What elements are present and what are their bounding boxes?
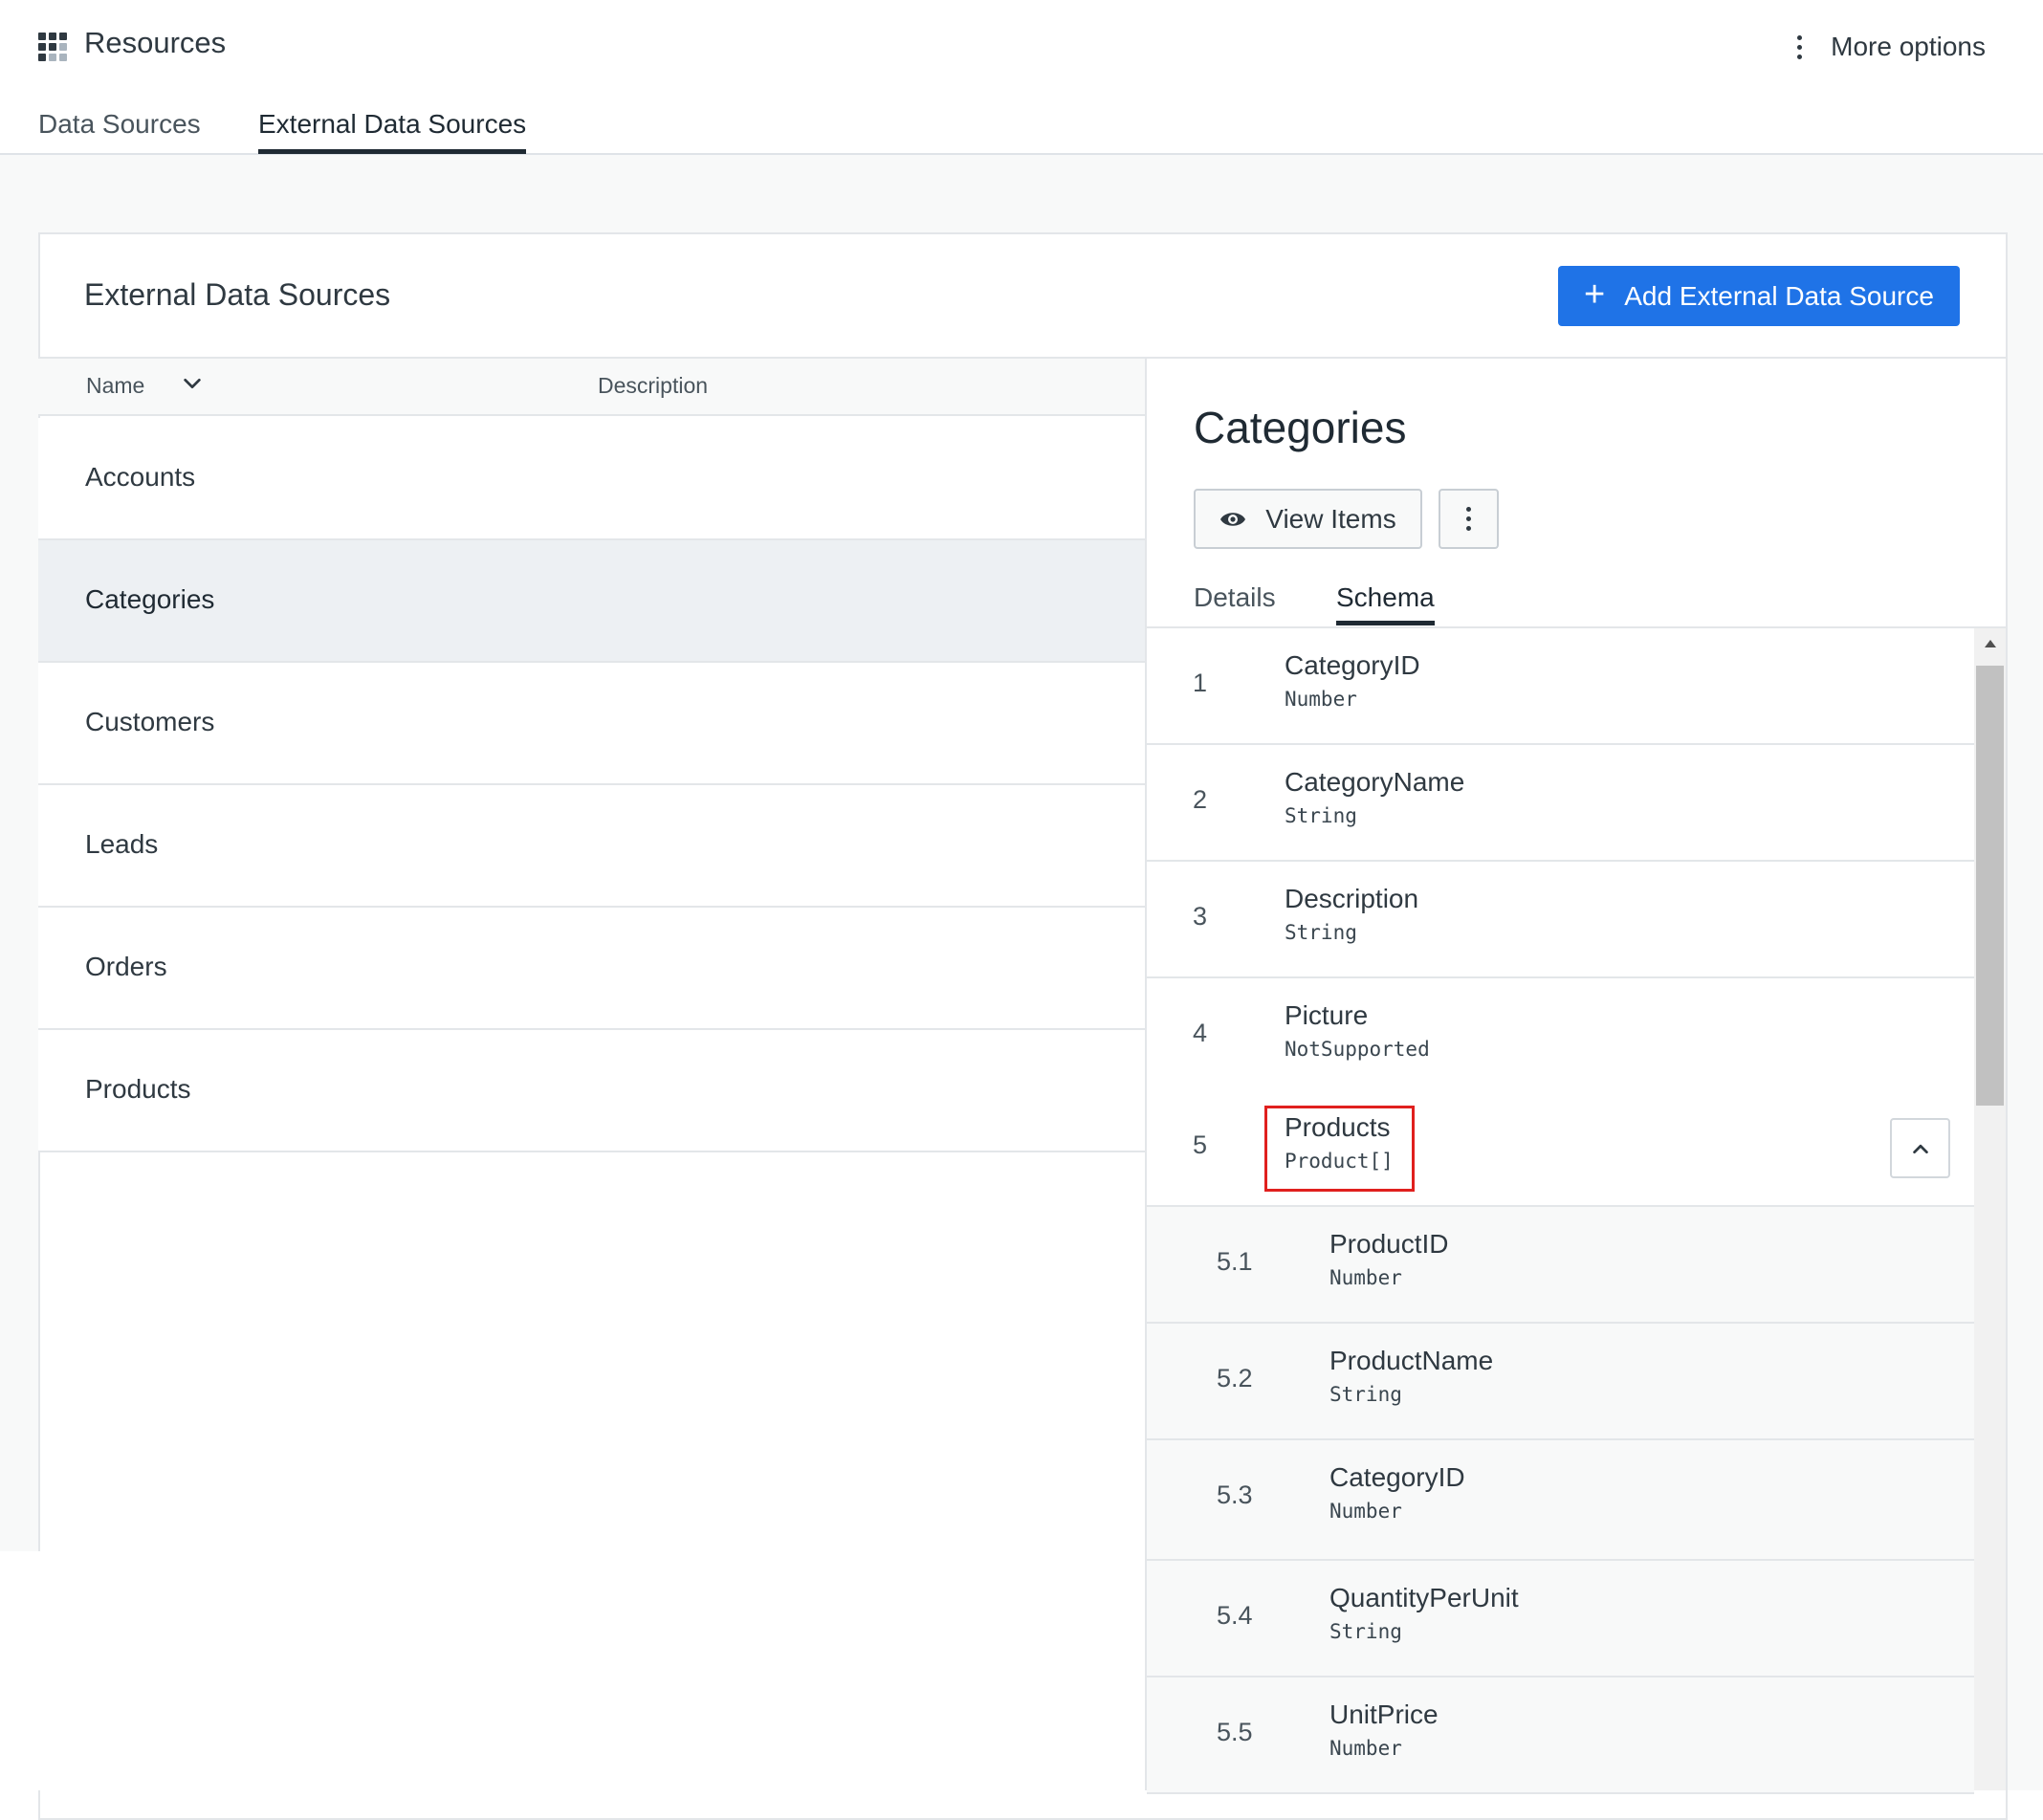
list-item-label: Orders	[85, 952, 167, 981]
field-index: 5.5	[1217, 1718, 1253, 1746]
tab-data-sources[interactable]: Data Sources	[38, 109, 201, 149]
field-index: 2	[1193, 785, 1208, 814]
field-type: Number	[1285, 688, 1357, 711]
field-type: Number	[1329, 1737, 1402, 1760]
list-item-label: Customers	[85, 707, 215, 736]
field-index: 3	[1193, 902, 1208, 931]
field-type: String	[1329, 1620, 1402, 1643]
field-type: String	[1329, 1383, 1402, 1406]
field-type: String	[1285, 804, 1357, 827]
schema-row: 3 Description String	[1147, 862, 1974, 978]
schema-row: 2 CategoryName String	[1147, 745, 1974, 862]
field-type: NotSupported	[1285, 1038, 1430, 1061]
schema-subrow: 5.3 CategoryID Number	[1147, 1440, 1974, 1561]
list-item-label: Accounts	[85, 462, 196, 492]
field-index: 5	[1193, 1130, 1208, 1159]
field-name: UnitPrice	[1329, 1699, 1439, 1729]
list-item-label: Leads	[85, 829, 159, 859]
item-actions-button[interactable]	[1439, 489, 1499, 549]
schema-subrow: 5.4 QuantityPerUnit String	[1147, 1561, 1974, 1677]
blank-area	[0, 1551, 1129, 1790]
column-header-description: Description	[598, 373, 709, 398]
field-index: 5.3	[1217, 1480, 1253, 1509]
app-title: Resources	[84, 26, 227, 59]
field-name: CategoryID	[1285, 650, 1420, 680]
detail-title: Categories	[1194, 403, 1407, 452]
more-options-button[interactable]: More options	[1794, 27, 1986, 67]
schema-subrow: 5.2 ProductName String	[1147, 1324, 1974, 1440]
grid-icon	[38, 33, 67, 61]
highlight-box	[1264, 1106, 1415, 1192]
schema-subrow: 5.1 ProductID Number	[1147, 1207, 1974, 1324]
field-index: 5.4	[1217, 1601, 1253, 1630]
collapse-button[interactable]	[1890, 1118, 1950, 1178]
field-type: Number	[1329, 1266, 1402, 1289]
field-name: CategoryID	[1329, 1462, 1465, 1492]
view-items-label: View Items	[1265, 503, 1396, 534]
list-item-leads[interactable]: Leads	[38, 785, 1145, 908]
field-type: Number	[1329, 1500, 1402, 1523]
field-index: 1	[1193, 669, 1208, 697]
scrollbar-thumb[interactable]	[1976, 666, 2004, 1106]
add-button-label: Add External Data Source	[1624, 280, 1934, 311]
list-item-accounts[interactable]: Accounts	[38, 418, 1145, 540]
field-name: Description	[1285, 884, 1419, 913]
field-type: String	[1285, 921, 1357, 944]
list-item-products[interactable]: Products	[38, 1030, 1145, 1152]
chevron-up-icon	[1912, 1144, 1928, 1153]
list-item-orders[interactable]: Orders	[38, 908, 1145, 1030]
field-name: CategoryName	[1285, 767, 1465, 797]
top-bar: Resources More options Data Sources Exte…	[0, 0, 2043, 155]
eye-icon	[1220, 512, 1246, 526]
field-index: 4	[1193, 1019, 1208, 1047]
column-header-name[interactable]: Name	[86, 373, 144, 399]
tab-external-data-sources[interactable]: External Data Sources	[258, 109, 527, 154]
field-name: Picture	[1285, 1000, 1369, 1030]
field-name: QuantityPerUnit	[1329, 1583, 1519, 1612]
schema-subrow: 5.5 UnitPrice Number	[1147, 1677, 1974, 1794]
tab-details[interactable]: Details	[1194, 582, 1276, 621]
schema-row: 1 CategoryID Number	[1147, 628, 1974, 745]
field-name: ProductID	[1329, 1229, 1449, 1259]
schema-row: 4 Picture NotSupported	[1147, 978, 1974, 1095]
view-items-button[interactable]: View Items	[1194, 489, 1422, 549]
tab-schema[interactable]: Schema	[1336, 582, 1435, 625]
panel-title: External Data Sources	[84, 277, 391, 312]
scroll-up-arrow-icon[interactable]	[1974, 631, 2006, 656]
field-index: 5.2	[1217, 1364, 1253, 1392]
add-external-data-source-button[interactable]: + Add External Data Source	[1558, 266, 1960, 326]
more-options-label: More options	[1831, 32, 1986, 61]
list-header	[38, 359, 1145, 416]
list-item-label: Products	[85, 1074, 191, 1104]
plus-icon: +	[1584, 274, 1606, 315]
chevron-down-icon[interactable]	[182, 373, 203, 394]
list-item-customers[interactable]: Customers	[38, 663, 1145, 785]
kebab-icon	[1464, 507, 1474, 531]
field-name: ProductName	[1329, 1346, 1494, 1375]
kebab-icon	[1794, 34, 1804, 59]
list-item-label: Categories	[85, 584, 215, 614]
field-index: 5.1	[1217, 1247, 1253, 1276]
list-item-categories[interactable]: Categories	[38, 540, 1145, 663]
